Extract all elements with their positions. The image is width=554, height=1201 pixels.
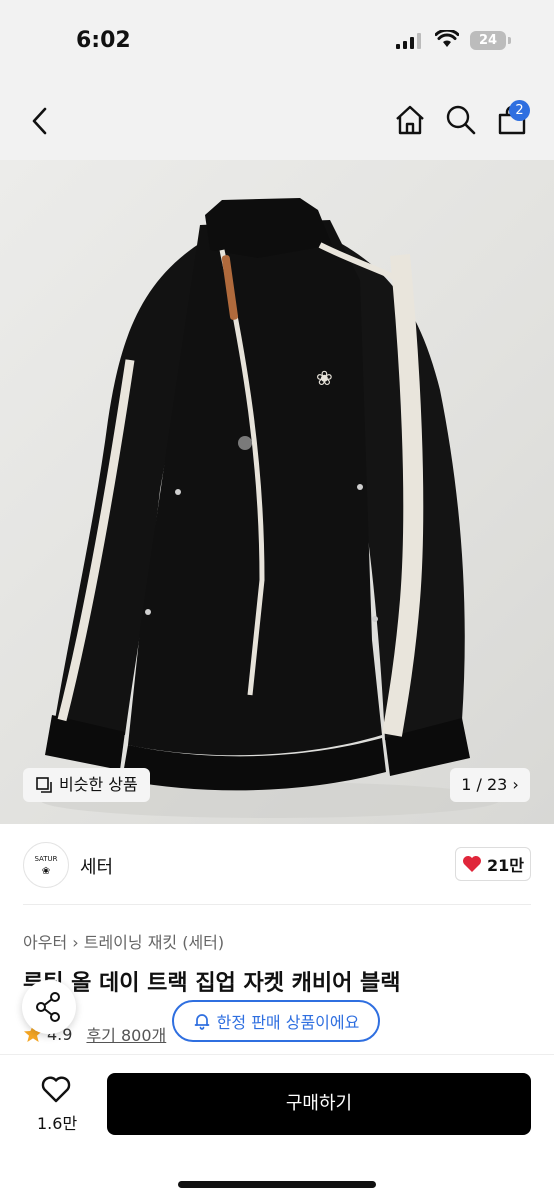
divider — [23, 904, 531, 905]
image-pager[interactable]: 1 / 23 › — [450, 768, 530, 802]
brand-name[interactable]: 세터 — [80, 853, 113, 879]
heart-outline-icon[interactable] — [41, 1076, 71, 1103]
svg-text:❀: ❀ — [316, 366, 333, 390]
limited-sale-label: 한정 판매 상품이에요 — [216, 1013, 360, 1032]
signal-icon — [396, 33, 421, 49]
battery-tip — [508, 37, 511, 44]
top-nav — [0, 84, 554, 160]
share-button[interactable] — [22, 980, 76, 1034]
brand-logo-mark: SATUR ❀ — [34, 855, 57, 877]
product-image[interactable]: ❀ — [0, 160, 554, 824]
search-icon[interactable] — [445, 104, 477, 136]
buy-button[interactable]: 구매하기 — [107, 1073, 531, 1135]
home-indicator — [178, 1181, 376, 1188]
wishlist-count: 1.6만 — [37, 1114, 78, 1133]
back-icon[interactable] — [28, 106, 52, 136]
product-title: 루틴 올 데이 트랙 집업 자켓 캐비어 블랙 — [23, 971, 401, 996]
similar-icon — [36, 777, 52, 793]
limited-sale-badge[interactable]: 한정 판매 상품이에요 — [172, 1000, 380, 1042]
jacket-illustration: ❀ — [40, 198, 500, 818]
breadcrumb[interactable]: 아우터 › 트레이닝 재킷 (세터) — [23, 929, 224, 953]
bell-icon — [194, 1014, 210, 1030]
status-time: 6:02 — [76, 28, 131, 53]
review-count-link[interactable]: 후기 800개 — [86, 1022, 166, 1046]
similar-label: 비슷한 상품 — [59, 775, 138, 794]
similar-products-button[interactable]: 비슷한 상품 — [23, 768, 150, 802]
brand-like-button[interactable]: 21만 — [455, 847, 531, 881]
battery-icon: 24 — [470, 31, 506, 50]
wifi-icon — [435, 30, 459, 47]
share-icon — [36, 992, 60, 1022]
heart-filled-icon — [463, 856, 481, 872]
home-icon[interactable] — [394, 104, 426, 136]
svg-text:SATUR: SATUR — [34, 855, 57, 863]
brand-logo[interactable]: SATUR ❀ — [23, 842, 69, 888]
brand-like-count: 21만 — [487, 856, 524, 875]
svg-text:❀: ❀ — [42, 866, 50, 877]
status-bar: 6:02 24 — [0, 0, 554, 84]
cart-count-badge: 2 — [509, 100, 530, 121]
